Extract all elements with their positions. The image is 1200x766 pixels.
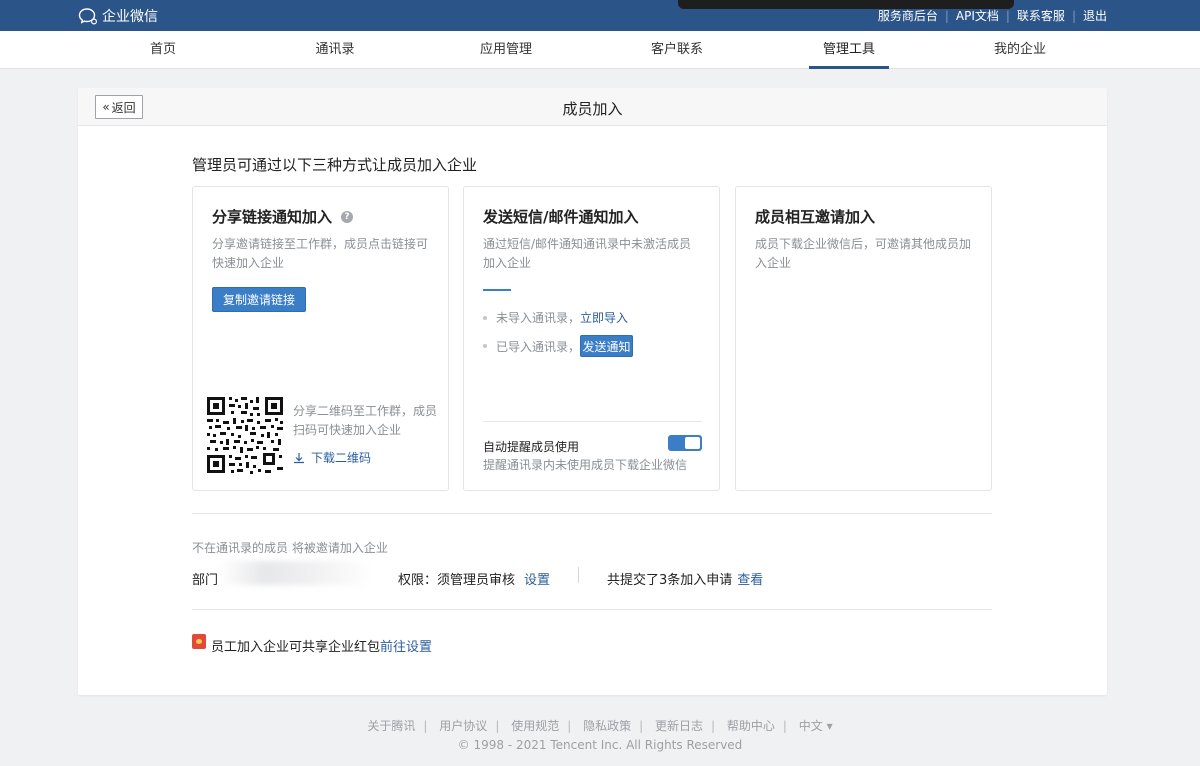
section-divider <box>192 513 992 514</box>
option-title: 发送短信/邮件通知加入 <box>483 208 639 226</box>
footer-separator: | <box>495 719 500 733</box>
provider-console-link[interactable]: 服务商后台 <box>878 7 938 24</box>
option-description: 成员下载企业微信后，可邀请其他成员加入企业 <box>755 237 972 270</box>
copyright: © 1998 - 2021 Tencent Inc. All Rights Re… <box>457 738 743 752</box>
not-in-contacts-note: 不在通讯录的成员 将被邀请加入企业 <box>192 541 388 555</box>
permission-row: 权限： 须管理员审核 设置 <box>398 569 550 588</box>
bullet-dot <box>483 315 487 320</box>
download-icon <box>294 452 304 463</box>
main-nav: 首页 通讯录 应用管理 客户联系 管理工具 我的企业 <box>0 31 1200 69</box>
permission-label: 权限： <box>398 573 438 588</box>
accent-divider <box>483 289 511 291</box>
footer-separator: | <box>639 719 644 733</box>
toggle-knob <box>685 437 700 449</box>
app-logo[interactable]: 企业微信 <box>78 6 158 26</box>
nav-home[interactable]: 首页 <box>136 31 190 69</box>
member-join-card: « 返回 成员加入 管理员可通过以下三种方式让成员加入企业 分享链接通知加入 ?… <box>78 88 1107 695</box>
option-title: 成员相互邀请加入 <box>755 208 876 226</box>
send-notification-button[interactable]: 发送通知 <box>580 335 634 357</box>
divider <box>483 421 702 422</box>
copy-invite-link-button[interactable]: 复制邀请链接 <box>212 287 306 312</box>
card-header: « 返回 成员加入 <box>78 88 1107 126</box>
permission-value: 须管理员审核 <box>437 573 516 588</box>
footer-changelog-link[interactable]: 更新日志 <box>655 719 703 733</box>
footer-separator: | <box>710 719 716 733</box>
vertical-separator <box>578 567 579 583</box>
nav-customer-contact[interactable]: 客户联系 <box>637 31 717 69</box>
app-logo-text: 企业微信 <box>102 9 158 25</box>
top-bar: 企业微信 服务商后台 | API文档 | 联系客服 | 退出 <box>0 0 1200 31</box>
download-qr-label: 下载二维码 <box>311 451 372 465</box>
page-title: 成员加入 <box>562 100 623 118</box>
qr-description: 分享二维码至工作群，成员扫码可快速加入企业 <box>293 404 438 437</box>
nav-management-tools[interactable]: 管理工具 <box>808 31 890 69</box>
top-link-separator: | <box>1005 8 1010 23</box>
contact-support-link[interactable]: 联系客服 <box>1017 7 1065 24</box>
wecom-logo-icon <box>78 8 98 25</box>
auto-remind-description: 提醒通讯录内未使用成员下载企业微信 <box>483 458 688 472</box>
view-applications-link[interactable]: 查看 <box>737 569 763 588</box>
redacted-department <box>218 561 373 585</box>
option-description: 通过短信/邮件通知通讯录中未激活成员加入企业 <box>483 237 692 270</box>
footer-separator: | <box>567 719 572 733</box>
logout-link[interactable]: 退出 <box>1083 7 1107 24</box>
applications-count: 共提交了3条加入申请 <box>607 573 733 588</box>
footer-help-link[interactable]: 帮助中心 <box>727 719 775 733</box>
red-packet-text: 员工加入企业可共享企业红包 <box>211 640 381 655</box>
footer-separator: | <box>782 719 787 733</box>
help-icon[interactable]: ? <box>341 210 354 223</box>
language-selector[interactable]: 中文 ▾ <box>799 719 833 733</box>
api-docs-link[interactable]: API文档 <box>956 7 999 24</box>
bullet-dot <box>483 344 487 348</box>
footer-separator: | <box>423 719 428 733</box>
bullet-imported: 已导入通讯录， 发送通知 <box>483 335 634 357</box>
bullet-text: 已导入通讯录， <box>496 339 581 354</box>
download-qr-link[interactable]: 下载二维码 <box>293 449 371 466</box>
footer-links: 关于腾讯 | 用户协议 | 使用规范 | 隐私政策 | 更新日志 | 帮助中心 | 中文 ▾ <box>0 717 1200 734</box>
bullet-text: 未导入通讯录， <box>496 311 581 325</box>
nav-app-management[interactable]: 应用管理 <box>466 31 546 69</box>
section-divider <box>192 609 992 610</box>
auto-remind-toggle[interactable] <box>668 435 702 451</box>
applications-row: 共提交了3条加入申请 查看 <box>607 569 763 588</box>
nav-contacts[interactable]: 通讯录 <box>301 31 368 69</box>
department-label: 部门 <box>192 573 219 588</box>
option-description: 分享邀请链接至工作群，成员点击链接可快速加入企业 <box>212 237 429 270</box>
footer-usage-rules-link[interactable]: 使用规范 <box>511 719 559 733</box>
permission-settings-link[interactable]: 设置 <box>524 569 550 588</box>
option-mutual-invite: 成员相互邀请加入 成员下载企业微信后，可邀请其他成员加入企业 <box>735 186 992 491</box>
red-packet-icon <box>192 634 206 649</box>
top-link-separator: | <box>1071 8 1076 23</box>
option-title: 分享链接通知加入 ? <box>212 206 354 227</box>
import-now-link[interactable]: 立即导入 <box>580 309 628 326</box>
qr-code <box>205 395 285 475</box>
intro-text: 管理员可通过以下三种方式让成员加入企业 <box>192 156 478 174</box>
footer-about-link[interactable]: 关于腾讯 <box>367 719 415 733</box>
top-link-separator: | <box>944 8 949 23</box>
nav-my-enterprise[interactable]: 我的企业 <box>980 31 1060 69</box>
auto-remind-title: 自动提醒成员使用 <box>483 440 580 454</box>
bullet-not-imported: 未导入通讯录， 立即导入 <box>483 309 628 326</box>
option-title-text: 分享链接通知加入 <box>212 208 333 226</box>
option-sms-email: 发送短信/邮件通知加入 通过短信/邮件通知通讯录中未激活成员加入企业 未导入通讯… <box>463 186 720 491</box>
option-share-link: 分享链接通知加入 ? 分享邀请链接至工作群，成员点击链接可快速加入企业 复制邀请… <box>192 186 449 491</box>
footer-privacy-link[interactable]: 隐私政策 <box>583 719 631 733</box>
top-links: 服务商后台 | API文档 | 联系客服 | 退出 <box>878 7 1107 24</box>
footer-user-agreement-link[interactable]: 用户协议 <box>439 719 487 733</box>
red-packet-settings-link[interactable]: 前往设置 <box>380 636 432 655</box>
